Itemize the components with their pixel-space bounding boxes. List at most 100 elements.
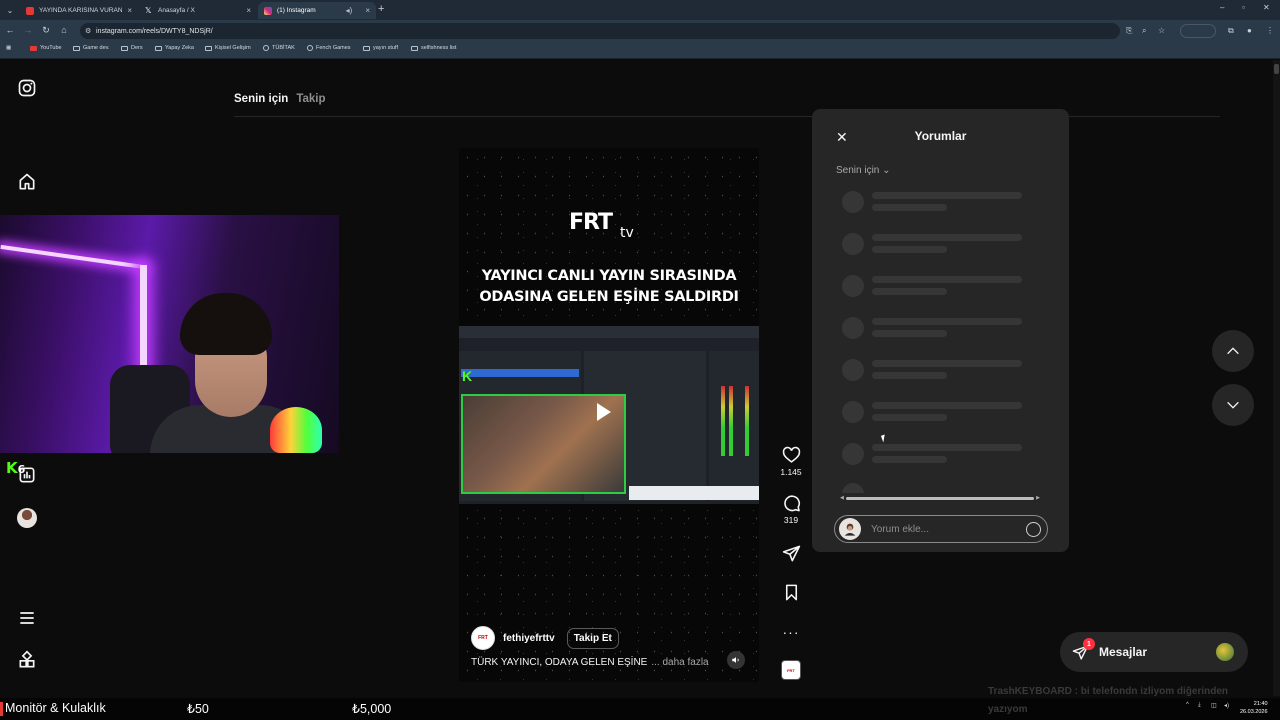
- reel-author: FRT fethiyefrttv Takip Et: [471, 626, 619, 650]
- tab-following[interactable]: Takip: [296, 93, 325, 105]
- comment-icon[interactable]: [782, 494, 801, 513]
- x-logo-icon: 𝕏: [145, 5, 152, 15]
- like-action[interactable]: 1.145: [776, 446, 806, 477]
- scroll-right-icon[interactable]: ▶: [1036, 495, 1040, 501]
- bookmark-tubitak[interactable]: TÜBİTAK: [263, 45, 295, 51]
- emoji-icon[interactable]: [1026, 522, 1041, 537]
- comment-skeleton: [842, 231, 1042, 257]
- chat-ticker-line-2: yazıyom: [988, 704, 1028, 715]
- tab-x[interactable]: 𝕏 Anasayfa / X ×: [139, 2, 257, 19]
- comment-input-box[interactable]: [834, 515, 1048, 543]
- divider: [234, 116, 1220, 117]
- play-icon[interactable]: [597, 403, 611, 421]
- kick-logo-icon: K: [462, 368, 473, 384]
- bookmark-yapay-zeka[interactable]: Yapay Zeka: [155, 45, 194, 51]
- comment-action[interactable]: 319: [776, 494, 806, 525]
- home-icon[interactable]: ⌂: [58, 25, 70, 35]
- next-reel-button[interactable]: [1212, 384, 1254, 426]
- instagram-logo-icon[interactable]: [17, 78, 37, 98]
- author-username[interactable]: fethiyefrttv: [503, 633, 555, 644]
- close-tab-icon[interactable]: ×: [246, 6, 251, 15]
- apps-grid-icon[interactable]: ▦: [6, 45, 11, 51]
- bookmark-youtube[interactable]: YouTube: [30, 45, 62, 51]
- install-app-icon[interactable]: ⎘: [1126, 26, 1132, 36]
- bookmark-label: selfishness list: [421, 45, 457, 51]
- tray-chevron-icon[interactable]: ^: [1186, 702, 1189, 708]
- reel-video[interactable]: FRT tv YAYINCI CANLI YAYIN SIRASINDA ODA…: [459, 148, 759, 682]
- folder-icon: [155, 45, 162, 51]
- minimize-icon[interactable]: –: [1220, 3, 1224, 12]
- comment-skeleton: [842, 315, 1042, 341]
- previous-reel-button[interactable]: [1212, 330, 1254, 372]
- site-info-icon[interactable]: ⚙: [85, 27, 91, 35]
- profile-pill[interactable]: [1180, 24, 1216, 38]
- obs-mixer-panel: [709, 351, 759, 501]
- menu-dots-icon[interactable]: ⋮: [1266, 26, 1274, 35]
- instagram-favicon-icon: [264, 6, 272, 15]
- goal-current: ₺50: [187, 702, 209, 716]
- user-avatar: [839, 518, 861, 540]
- heart-icon[interactable]: [782, 446, 801, 465]
- bookmark-fench-games[interactable]: Fench Games: [307, 45, 351, 51]
- streamer-webcam: [0, 215, 339, 453]
- profile-avatar-icon[interactable]: ●: [1247, 26, 1252, 35]
- audio-thumbnail[interactable]: FRT: [781, 660, 801, 680]
- new-tab-button[interactable]: +: [378, 3, 384, 15]
- bookmark-game-dev[interactable]: Game dev.: [73, 45, 110, 51]
- menu-icon[interactable]: [17, 608, 37, 628]
- streamer-hair: [180, 293, 272, 355]
- bookmark-kisisel-gelisim[interactable]: Kişisel Gelişim: [205, 45, 251, 51]
- scroll-left-icon[interactable]: ◀: [840, 495, 844, 501]
- comments-sort-dropdown[interactable]: Senin için ⌄: [836, 165, 891, 176]
- network-icon[interactable]: ◫: [1211, 702, 1217, 709]
- zoom-icon[interactable]: ⌕: [1142, 26, 1146, 36]
- reload-icon[interactable]: ↻: [40, 25, 52, 36]
- share-action[interactable]: [776, 544, 806, 563]
- horizontal-scrollbar[interactable]: ◀ ▶: [840, 495, 1040, 501]
- close-tab-icon[interactable]: ×: [127, 6, 132, 15]
- close-window-icon[interactable]: ✕: [1263, 3, 1270, 12]
- follow-button[interactable]: Takip Et: [566, 627, 619, 649]
- scrollbar-thumb[interactable]: [1274, 64, 1279, 74]
- reel-caption: TÜRK YAYINCI, ODAYA GELEN EŞİNE... daha …: [471, 657, 709, 668]
- home-icon[interactable]: [17, 172, 37, 192]
- messages-button[interactable]: 1 Mesajlar: [1060, 632, 1248, 672]
- system-clock[interactable]: 21:40 26.03.2026: [1240, 700, 1268, 716]
- volume-tray-icon[interactable]: ◂): [1224, 702, 1229, 709]
- bookmark-star-icon[interactable]: ☆: [1158, 26, 1165, 35]
- more-link[interactable]: ... daha fazla: [651, 657, 708, 668]
- more-options-icon[interactable]: ···: [776, 624, 806, 640]
- author-avatar[interactable]: FRT: [471, 626, 495, 650]
- comments-panel: ✕ Yorumlar Senin için ⌄ ◀ ▶: [812, 109, 1069, 552]
- url-bar[interactable]: ⚙ instagram.com/reels/DWTY8_NDSjR/: [80, 23, 1120, 39]
- comment-input[interactable]: [871, 523, 1011, 535]
- speaker-icon[interactable]: ◂): [346, 6, 353, 15]
- goal-target: ₺5,000: [352, 702, 392, 716]
- close-tab-icon[interactable]: ×: [365, 6, 370, 15]
- chevron-down-icon: ⌄: [882, 165, 891, 176]
- download-icon[interactable]: ⤓: [1198, 702, 1201, 709]
- bookmark-selfishness-list[interactable]: selfishness list: [411, 45, 456, 51]
- tab-title: Anasayfa / X: [158, 7, 195, 14]
- bookmark-yayin-stuff[interactable]: yayın stuff: [363, 45, 398, 51]
- tab-for-you[interactable]: Senin için: [234, 93, 288, 105]
- chevron-down-icon: [1227, 401, 1239, 409]
- tab-youtube[interactable]: YAYINDA KARISINA VURAN YA ×: [20, 2, 138, 19]
- save-action[interactable]: [776, 583, 806, 602]
- bookmark-icon[interactable]: [782, 583, 801, 602]
- page-scrollbar[interactable]: [1273, 60, 1280, 696]
- profile-avatar[interactable]: [17, 508, 37, 528]
- scrollbar-thumb[interactable]: [846, 497, 1034, 500]
- tab-instagram[interactable]: (1) Instagram ◂) ×: [258, 2, 376, 19]
- tab-search-icon[interactable]: ⌄: [3, 3, 17, 17]
- back-icon[interactable]: ←: [4, 25, 16, 35]
- comments-title: Yorumlar: [914, 129, 967, 143]
- share-icon[interactable]: [782, 544, 801, 563]
- bookmark-ders[interactable]: Ders: [121, 45, 143, 51]
- more-apps-icon[interactable]: [17, 650, 37, 670]
- forward-icon[interactable]: →: [22, 25, 34, 35]
- extensions-icon[interactable]: ⧉: [1228, 26, 1234, 36]
- volume-icon[interactable]: [727, 651, 745, 669]
- maximize-icon[interactable]: ▫: [1242, 3, 1245, 12]
- folder-icon: [73, 45, 80, 51]
